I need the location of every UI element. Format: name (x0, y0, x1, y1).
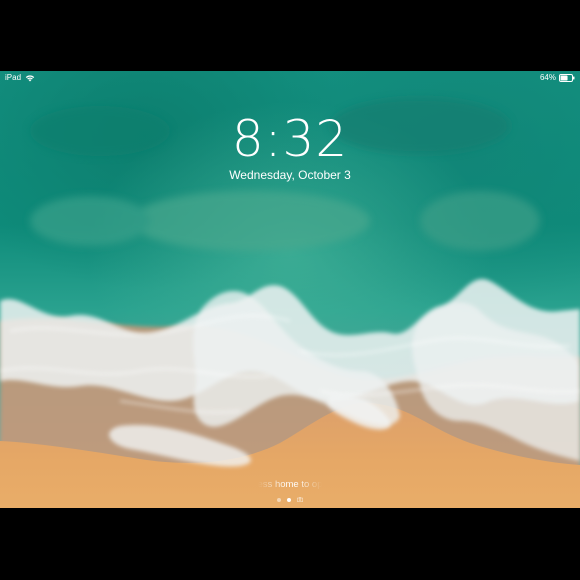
lock-screen[interactable]: iPad 64% 8:32 Wednesday, October 3 ess h… (0, 71, 580, 508)
page-dot-active[interactable] (287, 497, 291, 502)
camera-page-icon[interactable] (297, 497, 303, 502)
status-bar: iPad 64% (0, 71, 580, 85)
page-indicator[interactable] (0, 497, 580, 502)
page-dot[interactable] (277, 497, 281, 502)
battery-icon (559, 74, 575, 82)
status-right: 64% (540, 71, 575, 85)
lock-date: Wednesday, October 3 (229, 168, 351, 182)
status-left: iPad (5, 71, 35, 85)
press-home-hint: ess home to op (0, 479, 580, 491)
device-frame: iPad 64% 8:32 Wednesday, October 3 ess h… (0, 0, 580, 580)
device-label: iPad (5, 73, 22, 82)
battery-percent: 64% (539, 73, 556, 82)
press-home-text: ess home to op (257, 479, 323, 490)
wifi-icon (25, 74, 35, 82)
lock-clock: 8:32 (231, 110, 349, 168)
